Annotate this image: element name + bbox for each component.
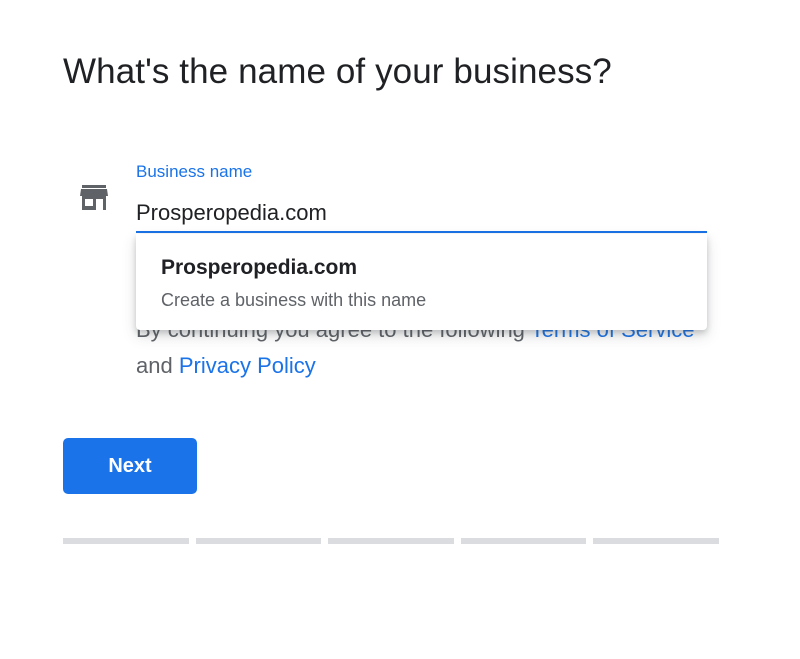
autocomplete-suggestion[interactable]: Prosperopedia.com Create a business with… bbox=[136, 234, 707, 330]
business-name-input[interactable] bbox=[136, 196, 707, 230]
suggestion-subtitle: Create a business with this name bbox=[161, 290, 427, 310]
page-title: What's the name of your business? bbox=[63, 52, 612, 91]
business-name-underline bbox=[136, 231, 707, 233]
progress-bar bbox=[63, 538, 719, 544]
suggestion-title: Prosperopedia.com bbox=[161, 256, 358, 279]
progress-segment bbox=[460, 538, 587, 544]
business-name-label: Business name bbox=[136, 162, 253, 181]
privacy-policy-link[interactable]: Privacy Policy bbox=[179, 353, 316, 378]
progress-segment bbox=[328, 538, 454, 544]
progress-segment bbox=[593, 538, 719, 544]
terms-connector: and bbox=[136, 353, 179, 378]
store-icon bbox=[80, 185, 108, 210]
business-name-field[interactable]: Business name bbox=[136, 160, 707, 234]
progress-segment bbox=[63, 538, 189, 544]
progress-segment bbox=[195, 538, 322, 544]
next-button[interactable]: Next bbox=[63, 438, 197, 494]
autocomplete-dropdown: Prosperopedia.com Create a business with… bbox=[136, 234, 707, 330]
